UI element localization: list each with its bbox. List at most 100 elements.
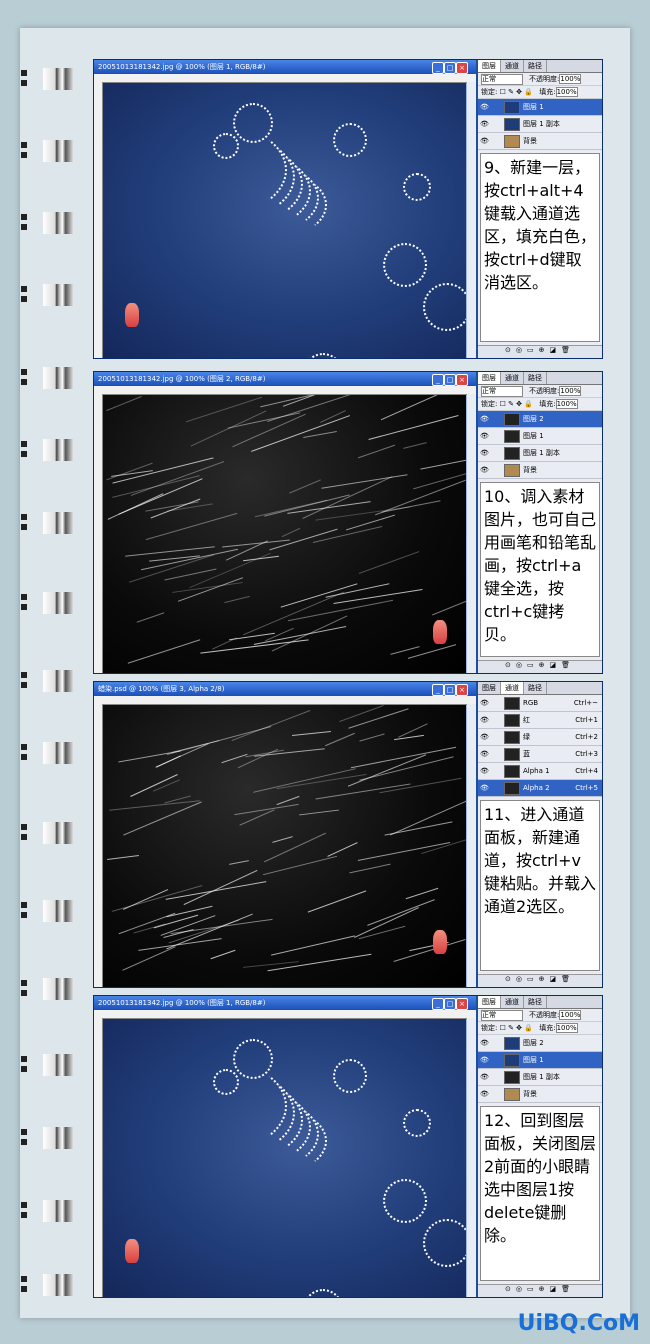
image-canvas[interactable] — [103, 1019, 466, 1297]
palette-tab[interactable]: 路径 — [524, 60, 547, 72]
palette-tab[interactable]: 图层 — [478, 682, 501, 694]
close-button[interactable]: × — [456, 684, 468, 696]
minimize-button[interactable]: _ — [432, 684, 444, 696]
eye-icon[interactable]: 👁 — [480, 1056, 489, 1064]
layer-row[interactable]: 👁 图层 1 副本 — [478, 116, 602, 133]
close-button[interactable]: × — [456, 62, 468, 74]
eye-icon[interactable]: 👁 — [480, 1073, 489, 1081]
eye-icon[interactable]: 👁 — [480, 449, 489, 457]
channel-row[interactable]: 👁 Alpha 1 Ctrl+4 — [478, 763, 602, 780]
channel-row[interactable]: 👁 红 Ctrl+1 — [478, 712, 602, 729]
window-titlebar[interactable]: 20051013181342.jpg @ 100% (图层 2, RGB/8#)… — [94, 372, 476, 386]
scratch-line — [307, 890, 367, 913]
blend-mode-select[interactable]: 正常 — [481, 1010, 523, 1021]
eye-icon[interactable]: 👁 — [480, 750, 489, 758]
eye-icon[interactable]: 👁 — [480, 103, 489, 111]
flower-pattern — [383, 1179, 427, 1223]
eye-icon[interactable]: 👁 — [480, 120, 489, 128]
layer-row[interactable]: 👁 图层 1 — [478, 99, 602, 116]
palette-footer: ⊙◎▭⊕◪🗑 — [478, 345, 602, 358]
lock-icon[interactable]: ☐ ✎ ✥ 🔒 — [497, 400, 535, 408]
fill-value[interactable]: 100% — [555, 1023, 578, 1033]
vertical-scrollbar[interactable] — [467, 82, 476, 358]
layer-row[interactable]: 👁 图层 2 — [478, 1035, 602, 1052]
eye-icon[interactable]: 👁 — [480, 432, 489, 440]
eye-icon[interactable]: 👁 — [480, 699, 489, 707]
scratch-line — [281, 527, 301, 538]
scratch-line — [292, 730, 331, 737]
eye-icon[interactable]: 👁 — [480, 1039, 489, 1047]
scratch-line — [136, 612, 165, 623]
layer-row[interactable]: 👁 背景 — [478, 133, 602, 150]
lock-icon[interactable]: ☐ ✎ ✥ 🔒 — [497, 1024, 535, 1032]
close-button[interactable]: × — [456, 374, 468, 386]
minimize-button[interactable]: _ — [432, 374, 444, 386]
lock-icon[interactable]: ☐ ✎ ✥ 🔒 — [497, 88, 535, 96]
blend-mode-select[interactable]: 正常 — [481, 74, 523, 85]
palette-tab[interactable]: 图层 — [478, 372, 501, 384]
layer-thumbnail — [504, 1088, 520, 1101]
palette-tab[interactable]: 图层 — [478, 60, 501, 72]
maximize-button[interactable]: □ — [444, 684, 456, 696]
eye-icon[interactable]: 👁 — [480, 1090, 489, 1098]
vertical-scrollbar[interactable] — [467, 704, 476, 987]
opacity-value[interactable]: 100% — [559, 386, 582, 396]
eye-icon[interactable]: 👁 — [480, 466, 489, 474]
maximize-button[interactable]: □ — [444, 374, 456, 386]
blend-mode-select[interactable]: 正常 — [481, 386, 523, 397]
palette-tab[interactable]: 通道 — [501, 996, 524, 1008]
layer-thumbnail — [504, 464, 520, 477]
palette-tab[interactable]: 路径 — [524, 996, 547, 1008]
layer-row[interactable]: 👁 图层 1 副本 — [478, 445, 602, 462]
fill-value[interactable]: 100% — [555, 87, 578, 97]
maximize-button[interactable]: □ — [444, 62, 456, 74]
document-window[interactable]: 蜡染.psd @ 100% (图层 3, Alpha 2/8) _ □ × — [94, 682, 476, 987]
layer-row[interactable]: 👁 背景 — [478, 462, 602, 479]
channel-row[interactable]: 👁 绿 Ctrl+2 — [478, 729, 602, 746]
minimize-button[interactable]: _ — [432, 998, 444, 1010]
binding-stub — [21, 1125, 73, 1151]
minimize-button[interactable]: _ — [432, 62, 444, 74]
layer-row[interactable]: 👁 图层 1 — [478, 1052, 602, 1069]
document-window[interactable]: 20051013181342.jpg @ 100% (图层 2, RGB/8#)… — [94, 372, 476, 673]
eye-icon[interactable]: 👁 — [480, 137, 489, 145]
layer-row[interactable]: 👁 图层 1 — [478, 428, 602, 445]
image-canvas[interactable] — [103, 395, 466, 673]
eye-icon[interactable]: 👁 — [480, 784, 489, 792]
palette-tab[interactable]: 通道 — [501, 682, 524, 694]
window-titlebar[interactable]: 20051013181342.jpg @ 100% (图层 1, RGB/8#)… — [94, 996, 476, 1010]
channel-row[interactable]: 👁 Alpha 2 Ctrl+5 — [478, 780, 602, 797]
eye-icon[interactable]: 👁 — [480, 733, 489, 741]
palette-tab[interactable]: 通道 — [501, 372, 524, 384]
image-canvas[interactable] — [103, 705, 466, 987]
fill-value[interactable]: 100% — [555, 399, 578, 409]
vertical-scrollbar[interactable] — [467, 1018, 476, 1297]
palette-footer: ⊙◎▭⊕◪🗑 — [478, 1284, 602, 1297]
eye-icon[interactable]: 👁 — [480, 415, 489, 423]
maximize-button[interactable]: □ — [444, 998, 456, 1010]
close-button[interactable]: × — [456, 998, 468, 1010]
channel-row[interactable]: 👁 蓝 Ctrl+3 — [478, 746, 602, 763]
eye-icon[interactable]: 👁 — [480, 716, 489, 724]
flower-pattern — [303, 353, 343, 358]
vertical-scrollbar[interactable] — [467, 394, 476, 673]
palette-tab[interactable]: 路径 — [524, 372, 547, 384]
scratch-line — [380, 395, 446, 421]
document-window[interactable]: 20051013181342.jpg @ 100% (图层 1, RGB/8#)… — [94, 996, 476, 1297]
scratch-line — [280, 583, 358, 608]
layer-row[interactable]: 👁 图层 1 副本 — [478, 1069, 602, 1086]
layer-row[interactable]: 👁 图层 2 — [478, 411, 602, 428]
layer-row[interactable]: 👁 背景 — [478, 1086, 602, 1103]
document-window[interactable]: 20051013181342.jpg @ 100% (图层 1, RGB/8#)… — [94, 60, 476, 358]
palette-tab[interactable]: 通道 — [501, 60, 524, 72]
eye-icon[interactable]: 👁 — [480, 767, 489, 775]
opacity-value[interactable]: 100% — [559, 1010, 582, 1020]
palette-tab[interactable]: 路径 — [524, 682, 547, 694]
window-titlebar[interactable]: 20051013181342.jpg @ 100% (图层 1, RGB/8#)… — [94, 60, 476, 74]
image-canvas[interactable] — [103, 83, 466, 358]
window-titlebar[interactable]: 蜡染.psd @ 100% (图层 3, Alpha 2/8) _ □ × — [94, 682, 476, 696]
palette-tab[interactable]: 图层 — [478, 996, 501, 1008]
layer-name: 背景 — [523, 1090, 537, 1098]
channel-row[interactable]: 👁 RGB Ctrl+~ — [478, 695, 602, 712]
opacity-value[interactable]: 100% — [559, 74, 582, 84]
